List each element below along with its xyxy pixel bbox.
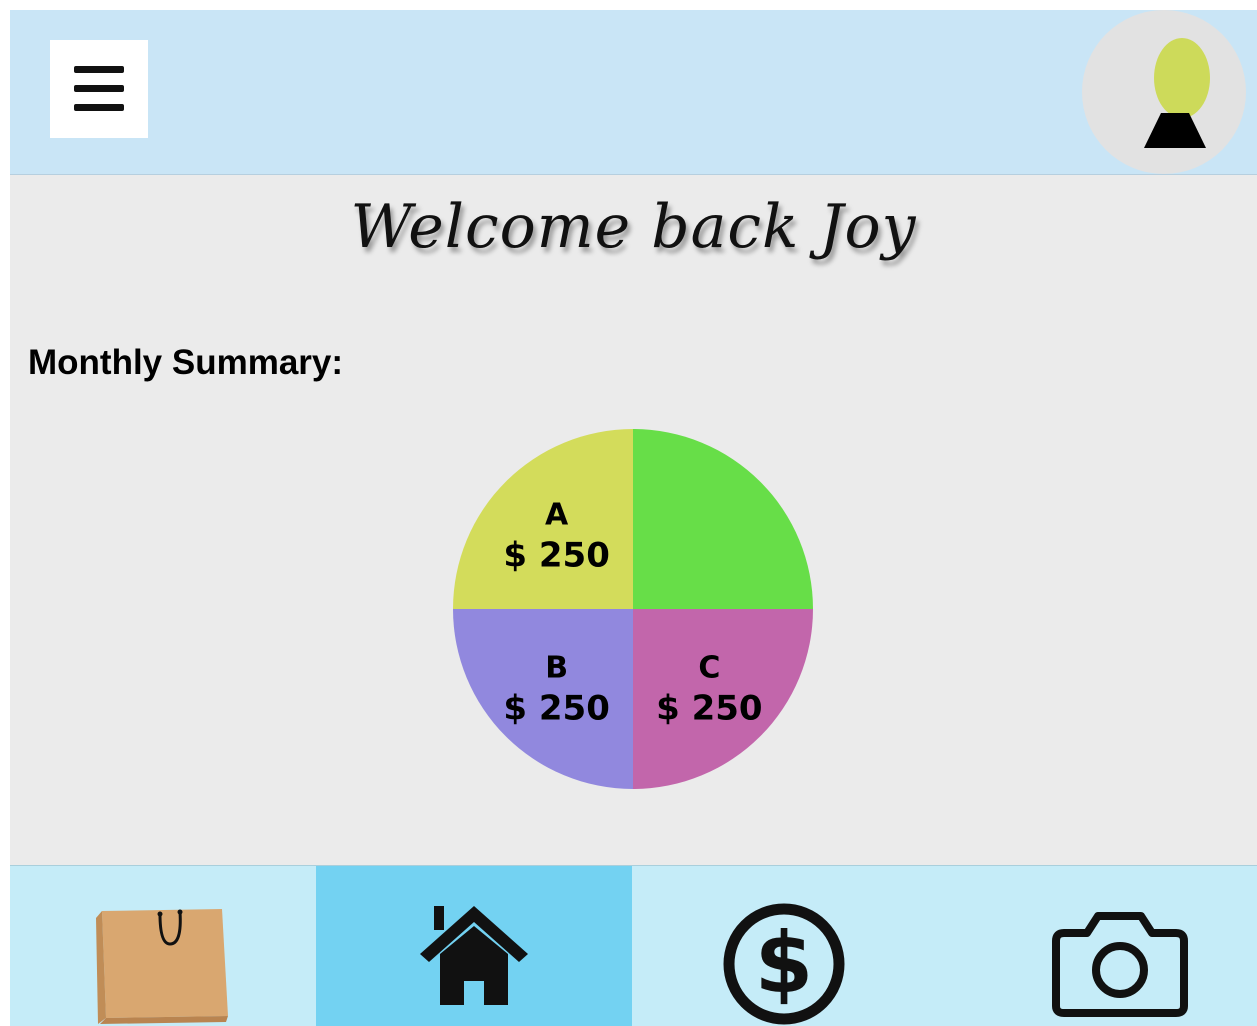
camera-icon [1052,912,1188,1017]
pie-slice-label: C [698,650,720,685]
user-avatar-icon [1144,38,1210,148]
monthly-summary-pie-chart: A$ 250C$ 250B$ 250 [453,429,813,789]
pie-slice-unlabeled [633,429,813,609]
nav-home-tab[interactable] [316,866,632,1026]
pie-slice-label: A [545,498,569,533]
pie-slice-a [453,429,633,609]
welcome-heading: Welcome back Joy [350,192,917,262]
pie-slice-value: $ 250 [503,536,609,576]
menu-button[interactable] [50,40,148,138]
pie-slice-label: B [545,650,568,685]
pie-slice-value: $ 250 [503,688,609,728]
profile-avatar-button[interactable] [1082,10,1246,174]
app-screen: Welcome back Joy Monthly Summary: A $ 250… [10,10,1257,1026]
bottom-nav: $ [10,865,1257,1026]
nav-shopping-tab[interactable] [10,866,316,1026]
nav-money-tab[interactable]: $ [632,866,942,1026]
home-icon [420,906,528,1005]
top-bar [10,10,1257,175]
monthly-summary-label: Monthly Summary: [28,343,344,382]
pie-slice-value: $ 250 [656,688,762,728]
svg-text:$: $ [755,914,813,1012]
shopping-bag-icon [96,909,228,1024]
nav-camera-tab[interactable] [942,866,1257,1026]
dollar-circle-icon: $ [723,903,845,1025]
